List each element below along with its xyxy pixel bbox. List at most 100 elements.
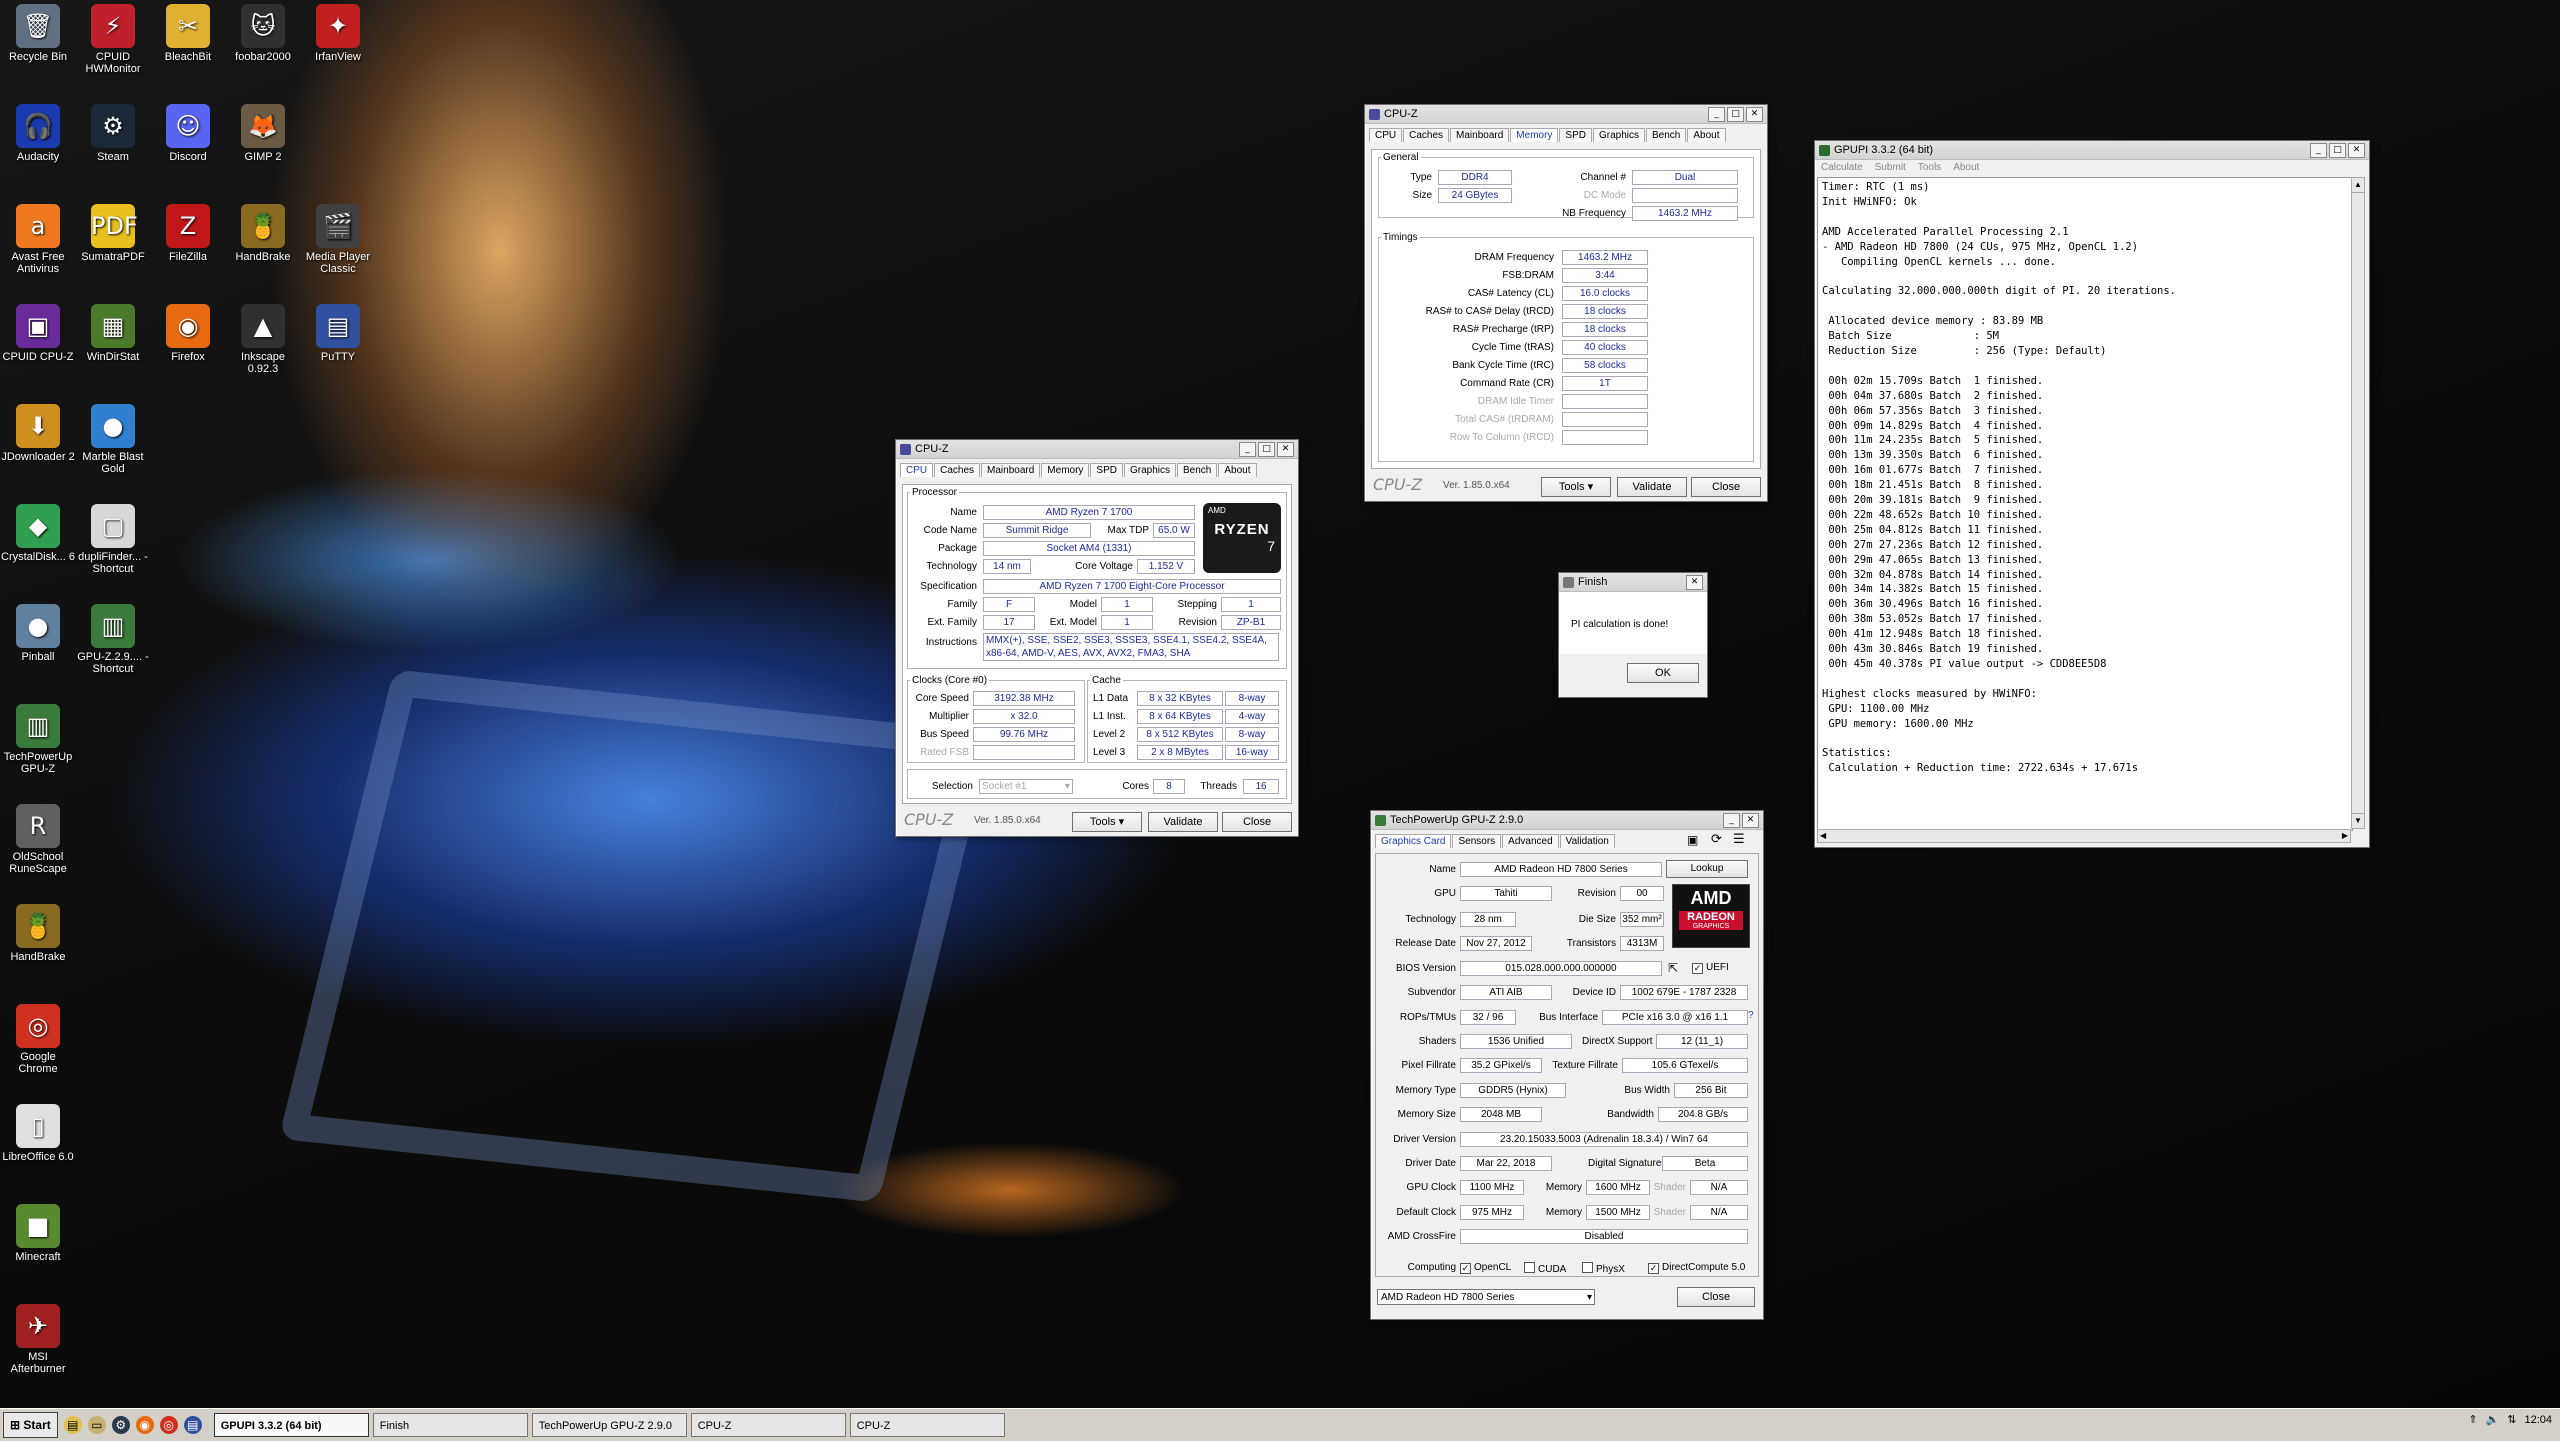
menu-icon[interactable]: ☰ [1733,832,1745,847]
tab-validation[interactable]: Validation [1559,834,1615,848]
taskbar-item[interactable]: TechPowerUp GPU-Z 2.9.0 [531,1413,687,1437]
maximize-button[interactable]: □ [1258,441,1275,457]
desktop-icon[interactable]: ▲ Inkscape 0.92.3 [225,304,301,375]
close-icon[interactable]: ✕ [2348,142,2365,158]
menu-calculate[interactable]: Calculate [1821,160,1863,176]
desktop-icon[interactable]: 🎧 Audacity [0,104,76,163]
steam-quicklaunch-icon[interactable]: ⚙ [111,1416,130,1434]
tray-arrow-icon[interactable]: ⇑ [2468,1413,2477,1426]
tab-mainboard[interactable]: Mainboard [981,463,1041,477]
uefi-checkbox[interactable]: ✓ UEFI [1692,962,1729,974]
taskbar-item[interactable]: CPU-Z [690,1413,846,1437]
computing-cuda-checkbox[interactable]: CUDA [1524,1262,1566,1275]
tab-cpu[interactable]: CPU [1369,128,1403,142]
tab-graphics-card[interactable]: Graphics Card [1375,834,1452,848]
close-button[interactable]: Close [1691,477,1761,497]
desktop-icon[interactable]: 🐱 foobar2000 [225,4,301,63]
taskbar-item[interactable]: CPU-Z [849,1413,1005,1437]
tab-spd[interactable]: SPD [1090,463,1123,477]
scroll-down-icon[interactable]: ▼ [2352,813,2364,828]
desktop-icon[interactable]: ■ Minecraft [0,1204,76,1263]
network-icon[interactable]: ⇅ [2507,1413,2516,1426]
desktop-icon[interactable]: ⚙ Steam [75,104,151,163]
desktop-icon[interactable]: ● Pinball [0,604,76,663]
maximize-button[interactable]: □ [2329,142,2346,158]
desktop-icon[interactable]: PDF SumatraPDF [75,204,151,263]
menu-submit[interactable]: Submit [1875,160,1906,176]
desktop-icon[interactable]: Z FileZilla [150,204,226,263]
help-icon[interactable]: ? [1748,1010,1754,1021]
explorer-quicklaunch-icon[interactable]: ▤ [63,1416,82,1434]
tab-bench[interactable]: Bench [1177,463,1218,477]
speaker-icon[interactable]: 🔈 [2486,1413,2500,1426]
validate-button[interactable]: Validate [1617,477,1687,497]
tab-memory[interactable]: Memory [1510,128,1559,142]
desktop-icon[interactable]: 🍍 HandBrake [225,204,301,263]
desktop-icon[interactable]: ▤ PuTTY [300,304,376,363]
desktop-icon[interactable]: 🍍 HandBrake [0,904,76,963]
computing-physx-checkbox[interactable]: PhysX [1582,1262,1625,1275]
close-icon[interactable]: ✕ [1686,574,1703,590]
desktop-icon[interactable]: ◆ CrystalDisk... 6 [0,504,76,563]
menu-about[interactable]: About [1953,160,1979,176]
desktop-icon[interactable]: 🗑 Recycle Bin [0,4,76,63]
minimize-button[interactable]: _ [1708,106,1725,122]
desktop-icon[interactable]: ⚡ CPUID HWMonitor [75,4,151,75]
tray-clock[interactable]: 12:04 [2524,1414,2552,1426]
vertical-scrollbar[interactable]: ▲ ▼ [2351,177,2365,829]
tools-button[interactable]: Tools ▾ [1541,477,1611,497]
desktop-icon[interactable]: ▥ TechPowerUp GPU-Z [0,704,76,775]
chrome-quicklaunch-icon[interactable]: ◎ [159,1416,178,1434]
desktop-icon[interactable]: ▥ GPU-Z.2.9.... - Shortcut [75,604,151,675]
close-button[interactable]: Close [1677,1287,1755,1307]
desktop-icon[interactable]: ▦ WinDirStat [75,304,151,363]
ok-button[interactable]: OK [1627,663,1699,683]
close-button[interactable]: Close [1222,812,1292,832]
taskbar-item[interactable]: GPUPI 3.3.2 (64 bit) [213,1413,369,1437]
tab-advanced[interactable]: Advanced [1502,834,1559,848]
camera-icon[interactable]: ▣ [1687,833,1698,847]
scroll-right-icon[interactable]: ▶ [2342,831,2348,840]
desktop-icon[interactable]: 🎬 Media Player Classic [300,204,376,275]
desktop-icon[interactable]: ● Marble Blast Gold [75,404,151,475]
computing-directcompute-5-0-checkbox[interactable]: ✓ DirectCompute 5.0 [1648,1262,1745,1274]
tab-caches[interactable]: Caches [1403,128,1450,142]
desktop-icon[interactable]: a Avast Free Antivirus [0,204,76,275]
folder-quicklaunch-icon[interactable]: ▭ [87,1416,106,1434]
firefox-quicklaunch-icon[interactable]: ◉ [135,1416,154,1434]
tab-graphics[interactable]: Graphics [1123,463,1176,477]
maximize-button[interactable]: □ [1727,106,1744,122]
tab-caches[interactable]: Caches [934,463,981,477]
desktop-icon[interactable]: ▢ dupliFinder... - Shortcut [75,504,151,575]
start-button[interactable]: ⊞ Start [3,1412,58,1438]
tab-spd[interactable]: SPD [1559,128,1592,142]
desktop-icon[interactable]: ◉ Firefox [150,304,226,363]
tab-bench[interactable]: Bench [1646,128,1687,142]
tab-sensors[interactable]: Sensors [1452,834,1502,848]
desktop-icon[interactable]: ⬇ JDownloader 2 [0,404,76,463]
taskbar-item[interactable]: Finish [372,1413,528,1437]
refresh-icon[interactable]: ⟳ [1711,832,1722,847]
desktop-icon[interactable]: ✂ BleachBit [150,4,226,63]
tab-memory[interactable]: Memory [1041,463,1090,477]
card-select[interactable]: AMD Radeon HD 7800 Series ▾ [1377,1289,1595,1305]
computing-opencl-checkbox[interactable]: ✓ OpenCL [1460,1262,1511,1274]
desktop-icon[interactable]: ✦ IrfanView [300,4,376,63]
close-icon[interactable]: ✕ [1277,441,1294,457]
desktop-icon[interactable]: R OldSchool RuneScape [0,804,76,875]
tab-about[interactable]: About [1687,128,1726,142]
desktop-icon[interactable]: ✈ MSI Afterburner [0,1304,76,1375]
tab-graphics[interactable]: Graphics [1592,128,1645,142]
menu-tools[interactable]: Tools [1918,160,1941,176]
putty-quicklaunch-icon[interactable]: ▤ [183,1416,202,1434]
desktop-icon[interactable]: 🦊 GIMP 2 [225,104,301,163]
close-icon[interactable]: ✕ [1746,106,1763,122]
horizontal-scrollbar[interactable]: ◀ ▶ [1817,829,2351,843]
bios-share-icon[interactable]: ⇱ [1668,961,1678,975]
minimize-button[interactable]: _ [2310,142,2327,158]
lookup-button[interactable]: Lookup [1666,860,1748,878]
validate-button[interactable]: Validate [1148,812,1218,832]
tab-mainboard[interactable]: Mainboard [1450,128,1510,142]
close-icon[interactable]: ✕ [1742,812,1759,828]
minimize-button[interactable]: _ [1239,441,1256,457]
